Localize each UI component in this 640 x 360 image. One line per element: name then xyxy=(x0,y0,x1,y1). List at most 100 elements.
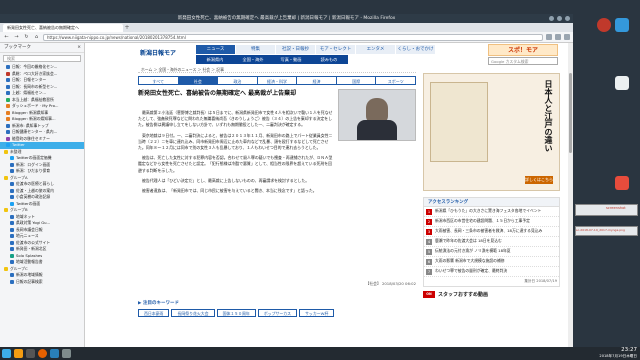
home-icon[interactable]: ⌂ xyxy=(33,34,40,41)
global-nav-item[interactable]: エンタメ xyxy=(356,45,396,54)
sub-nav-item[interactable]: 新潟県内 xyxy=(196,55,234,64)
favicon-icon xyxy=(10,247,14,252)
category-tab[interactable]: 政治 xyxy=(217,76,257,85)
favicon-icon xyxy=(6,97,10,102)
keyword-link[interactable]: 国体１５０周年 xyxy=(216,309,256,317)
ranking-item[interactable]: 6 大雨の影響 新潟市で大規模な施設の補修 xyxy=(424,257,559,267)
staff-video[interactable]: ON AIR スタッフおすすめ動画 xyxy=(423,291,560,303)
favicon-icon xyxy=(10,253,14,258)
favicon-icon xyxy=(10,156,14,161)
keyword-link[interactable]: ボップサーカス xyxy=(257,309,298,317)
close-icon[interactable] xyxy=(565,16,570,21)
menu-icon[interactable] xyxy=(564,34,570,40)
back-icon[interactable]: ← xyxy=(3,34,10,41)
category-tab[interactable]: 国際 xyxy=(335,76,376,85)
favicon-icon xyxy=(10,279,14,284)
site-search-input[interactable]: Google カスタム検索 xyxy=(488,57,558,65)
bookmark-search-input[interactable]: 検索 xyxy=(3,55,81,62)
ranking-item[interactable]: 3 大雨被害、長岡・三条市の被害者を救済、18万に達する見込み xyxy=(424,227,559,237)
desktop-folder-icon[interactable] xyxy=(615,18,629,32)
ad-banner[interactable]: スポ！モア xyxy=(488,44,558,56)
keywords-list: 西日本豪雨 長岡祭り花火大会 国体１５０周年 ボップサーカス サッカーW杯 xyxy=(138,309,335,317)
keyword-link[interactable]: サッカーW杯 xyxy=(299,309,335,317)
ranking-date: 集計日 2018/07/19 xyxy=(524,279,557,283)
scrollbar-thumb[interactable] xyxy=(569,73,572,153)
category-tab[interactable]: すべて xyxy=(138,76,178,85)
file-window-label: sc-2018-07-19_2017-mynga.png xyxy=(576,228,625,232)
ranking-text: 鹿瀬で昨年の佐渡大会は 18日を見込む xyxy=(435,238,502,243)
maximize-icon[interactable] xyxy=(557,16,562,21)
taskbar: 23:27 2018年7月19日木曜日 xyxy=(0,347,640,360)
file-window[interactable]: sc-2018-07-19_2017-mynga.png xyxy=(575,226,638,236)
library-icon[interactable] xyxy=(546,34,552,40)
breadcrumb[interactable]: ホーム ＞ 全国・海外のニュース ＞ 社会 ＞ 記事 xyxy=(138,66,416,73)
title-bar: 新発田女性死亡、喜納被告の無期確定へ 最高裁が上告棄却 | 新潟日報モア | 新… xyxy=(0,14,573,23)
news-site: 新潟日報モア ニュース 特集 社説・日報抄 モア・セレクト エンタメ くらし・おでかけ 新… xyxy=(138,43,560,347)
keyword-link[interactable]: 長岡祭り花火大会 xyxy=(171,309,215,317)
forward-icon[interactable]: → xyxy=(13,34,20,41)
ranking-item[interactable]: 1 新潟県「ひもうた」の大きさに驚き海フェスタ各地でイベント xyxy=(424,207,559,217)
site-logo[interactable]: 新潟日報モア xyxy=(140,47,200,61)
favicon-icon xyxy=(6,110,10,115)
firefox-icon[interactable] xyxy=(38,349,47,358)
screenshot-window[interactable]: screenshot xyxy=(575,204,638,216)
terminal-icon[interactable] xyxy=(26,349,35,358)
minimize-icon[interactable] xyxy=(549,16,554,21)
clock-time: 23:27 xyxy=(621,347,637,353)
book-ad[interactable]: 日本人と江戸の違い 詳しくはこちら xyxy=(423,73,560,191)
favicon-icon xyxy=(10,182,14,187)
browser-tab[interactable]: 新発田女性死亡、喜納被告の無期確定へ xyxy=(3,24,123,32)
favicon-icon xyxy=(10,240,14,245)
favicon-icon xyxy=(10,234,14,239)
ranking-item[interactable]: 5 伝統漁法の元付き漁が ノリ漁を模範 18年夏 xyxy=(424,247,559,257)
close-icon[interactable]: × xyxy=(77,43,81,53)
ranking-text: 新潟市西区の市営住宅の建設問題、１５日から工事予定 xyxy=(435,218,530,223)
sub-nav-item[interactable]: 全国・海外 xyxy=(234,55,272,64)
url-bar[interactable]: https://www.niigata-nippo.co.jp/news/nat… xyxy=(43,33,543,41)
category-tab[interactable]: 社会 xyxy=(177,76,218,85)
access-ranking: アクセスランキング 1 新潟県「ひもうた」の大きさに驚き海フェスタ各地でイベント 2… xyxy=(423,197,560,287)
desktop-app-icon[interactable] xyxy=(597,18,611,32)
book-ad-button[interactable]: 詳しくはこちら xyxy=(525,176,553,184)
sub-nav-item[interactable]: 読みもの xyxy=(310,55,348,64)
favicon-icon xyxy=(10,227,14,232)
clock[interactable]: 23:27 2018年7月19日木曜日 xyxy=(599,347,637,360)
ranking-text: わいせつ罪で被告の量刑が確定、最終判決 xyxy=(435,268,508,273)
bookmark-item[interactable]: 日報の記事検索 xyxy=(0,279,84,286)
files-icon[interactable] xyxy=(14,349,23,358)
app-menu-icon[interactable] xyxy=(2,349,11,358)
clock-date: 2018年7月19日木曜日 xyxy=(599,354,637,358)
global-nav-item[interactable]: モア・セレクト xyxy=(316,45,356,54)
settings-icon[interactable] xyxy=(62,349,71,358)
desktop-image-icon[interactable] xyxy=(615,176,629,190)
article-paragraph: 被告は、死亡した女性に対する犯罪内容を否認。合わせて殺人罪の疑いでも捜査・再逮捕… xyxy=(138,155,333,173)
sub-nav-item[interactable]: 写真・動画 xyxy=(272,55,310,64)
ranking-item[interactable]: 4 鹿瀬で昨年の佐渡大会は 18日を見込む xyxy=(424,237,559,247)
global-nav-item[interactable]: 特集 xyxy=(236,45,276,54)
desktop-doc-icon[interactable] xyxy=(615,76,629,90)
ranking-item[interactable]: 7 わいせつ罪で被告の量刑が確定、最終判決 xyxy=(424,267,559,277)
category-tab[interactable]: 経済・科学 xyxy=(256,76,297,85)
keyword-link[interactable]: 西日本豪雨 xyxy=(138,309,170,317)
sub-nav: 新潟県内 全国・海外 写真・動画 読みもの xyxy=(196,55,348,64)
global-nav-item[interactable]: 社説・日報抄 xyxy=(276,45,316,54)
article-date: 【社会】 2018/03/20 06:02 xyxy=(365,281,416,286)
ranking-item[interactable]: 2 新潟市西区の市営住宅の建設問題、１５日から工事予定 xyxy=(424,217,559,227)
sidebar-title: ブックマーク xyxy=(4,45,31,50)
mail-icon[interactable] xyxy=(50,349,59,358)
keywords-title-text: 注目のキーワード xyxy=(143,301,180,306)
sidebar-icon[interactable] xyxy=(555,34,561,40)
reload-icon[interactable]: ↻ xyxy=(23,34,30,41)
article-paragraph: 被害者遺族は、「新発田市では、同じ市民に被害を与えていると聞き、本当に残念です」… xyxy=(142,188,317,194)
global-nav-item[interactable]: くらし・おでかけ xyxy=(396,45,436,54)
article-photo[interactable] xyxy=(338,89,416,141)
page-scrollbar[interactable] xyxy=(568,43,573,347)
toolbar-icons xyxy=(546,34,570,40)
article-paragraph: 東京地裁は９日付。一、二審判決によると、被告は２０１３年１１月、新発田市の路上で… xyxy=(138,132,333,151)
global-nav-item[interactable]: ニュース xyxy=(196,45,236,54)
new-tab-button[interactable]: + xyxy=(123,24,131,32)
book-ad-title: 日本人と江戸の違い xyxy=(544,80,553,152)
category-tab[interactable]: 経済 xyxy=(296,76,336,85)
folder-icon xyxy=(4,149,8,154)
category-tab[interactable]: スポーツ xyxy=(375,76,417,85)
